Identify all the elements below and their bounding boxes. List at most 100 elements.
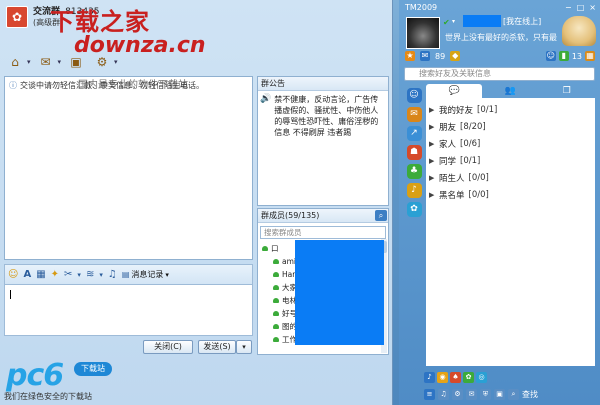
quick-toolbar: ★ ✉ 89 ◆ (405, 51, 461, 61)
notification-count: 13 (571, 51, 582, 61)
right-toolbar: ☺ ▮ 13 ▦ (545, 51, 595, 61)
member-status-icon (273, 311, 279, 316)
chevron-down-icon[interactable]: ▾ (99, 271, 103, 279)
chevron-down-icon[interactable]: ▾ (58, 58, 62, 66)
chevron-down-icon[interactable]: ▾ (27, 58, 31, 66)
user-icon[interactable]: ☺ (545, 51, 556, 61)
list-item[interactable]: ▶ 我的好友 [0/1] (426, 101, 595, 118)
group-label: 陌生人 (439, 173, 465, 184)
tm-main-window: TM2009 − □ × ✔ ▾ [我在线上] 世界上没有最好的杀软，只有最..… (399, 0, 600, 405)
group-chat-window: ✿ 交流群 813435 (高级群) 下载之家 downza.cn ⌂ ▾ ✉ ▾ … (0, 0, 393, 405)
bottom-menu-bar: ≡ ♫ ⚙ ✉ ⛨ ▣ ⌕ 查找 (404, 387, 595, 401)
search-icon[interactable]: ⌕ (508, 388, 519, 400)
message-area[interactable]: ⓘ 交谈中请勿轻信汇款、中奖信息，勿轻信陌生电话。 (4, 76, 253, 260)
message-input[interactable] (4, 284, 253, 336)
magic-emoticon-icon[interactable]: ✦ (51, 269, 59, 280)
contact-tabs: 💬 👥 ❐ (426, 84, 595, 98)
minimize-button[interactable]: − (565, 3, 572, 12)
image-icon[interactable]: ▦ (36, 269, 45, 280)
app-sidebar: ☺ ✉ ↗ ☗ ♣ ♪ ✿ (404, 88, 424, 217)
list-item[interactable]: ▶ 同学 [0/1] (426, 152, 595, 169)
wallet-icon[interactable]: ◆ (450, 51, 461, 61)
grid-icon[interactable]: ▦ (585, 51, 595, 61)
music-icon[interactable]: ♪ (424, 371, 435, 383)
app-box-icon[interactable]: ▣ (494, 388, 505, 400)
online-status-icon[interactable]: ✔ (443, 18, 450, 27)
home-icon[interactable]: ⌂ (4, 52, 26, 72)
qq-penguin-icon[interactable]: ◉ (437, 371, 448, 383)
game-icon[interactable]: ♠ (450, 371, 461, 383)
pet-icon[interactable] (562, 16, 596, 46)
music-icon[interactable]: ♫ (108, 269, 117, 280)
group-count: [0/1] (477, 104, 498, 115)
browser-icon[interactable]: ◎ (476, 371, 487, 383)
group-label: 我的好友 (439, 105, 474, 116)
redaction-block (463, 15, 501, 27)
plugin-app-icon[interactable]: ✿ (406, 202, 422, 217)
chevron-down-icon: ▾ (165, 270, 169, 279)
send-button[interactable]: 发送(S) (198, 340, 236, 354)
member-status-icon (273, 337, 279, 342)
chevron-down-icon[interactable]: ▾ (114, 58, 118, 66)
security-icon[interactable]: ⛨ (480, 388, 491, 400)
redaction-block (295, 240, 384, 345)
find-button[interactable]: 查找 (522, 389, 538, 400)
message-history-label: 消息记录 (131, 270, 164, 279)
group-count: [8/20] (460, 121, 486, 132)
contacts-app-icon[interactable]: ☺ (406, 88, 422, 103)
group-avatar[interactable]: ✿ (6, 6, 28, 28)
member-name: ami (282, 257, 296, 266)
stats-icon[interactable]: ▮ (558, 51, 569, 61)
mail-app-icon[interactable]: ✉ (406, 107, 422, 122)
settings-icon[interactable]: ⚙ (452, 388, 463, 400)
pet-icon[interactable]: ✿ (463, 371, 474, 383)
member-status-icon (273, 272, 279, 277)
member-list-header: 群成员(59/135) ⌕ (258, 209, 388, 223)
chevron-down-icon[interactable]: ▾ (452, 18, 455, 25)
group-tools-icon[interactable]: ▣ (65, 52, 87, 72)
menu-icon[interactable]: ≡ (424, 388, 435, 400)
search-icon[interactable]: ⌕ (375, 210, 387, 221)
status-text: [我在线上] (503, 17, 542, 26)
stocks-app-icon[interactable]: ↗ (406, 126, 422, 141)
group-label: 朋友 (439, 122, 457, 133)
shop-app-icon[interactable]: ☗ (406, 145, 422, 160)
music-app-icon[interactable]: ♪ (406, 183, 422, 198)
tab-groups[interactable]: 👥 (482, 84, 538, 98)
font-icon[interactable]: A (23, 269, 31, 280)
tab-contacts[interactable]: 💬 (426, 84, 483, 98)
message-history-button[interactable]: ▤ 消息记录 ▾ (122, 269, 169, 280)
shake-icon[interactable]: ≋ (86, 269, 94, 280)
list-item[interactable]: ▶ 家人 [0/6] (426, 135, 595, 152)
mail-icon[interactable]: ✉ (420, 51, 430, 61)
window-controls: − □ × (565, 3, 596, 12)
list-item[interactable]: ▶ 朋友 [8/20] (426, 118, 595, 135)
chat-toolbar: ⌂ ▾ ✉ ▾ ▣ ⚙ ▾ (4, 50, 389, 74)
close-button[interactable]: 关闭(C) (143, 340, 193, 354)
share-icon[interactable]: ✉ (35, 52, 57, 72)
member-search-input[interactable]: 搜索群成员 (260, 226, 386, 239)
group-label: 同学 (439, 156, 457, 167)
search-input[interactable]: 搜索好友及关联信息 (404, 67, 595, 81)
maximize-button[interactable]: □ (577, 3, 585, 12)
message-manager-icon[interactable]: ✉ (466, 388, 477, 400)
sound-icon[interactable]: ♫ (438, 388, 449, 400)
tab-recent[interactable]: ❐ (539, 84, 595, 98)
games-app-icon[interactable]: ♣ (406, 164, 422, 179)
avatar[interactable] (406, 17, 440, 49)
list-item[interactable]: ▶ 黑名单 [0/0] (426, 186, 595, 203)
space-icon[interactable]: ★ (405, 51, 415, 61)
close-button[interactable]: × (589, 3, 596, 12)
chevron-down-icon[interactable]: ▾ (77, 271, 81, 279)
signature-text[interactable]: 世界上没有最好的杀软，只有最... (445, 32, 557, 43)
tm-window-title: TM2009 (405, 3, 438, 12)
settings-icon[interactable]: ⚙ (91, 52, 113, 72)
chevron-right-icon: ▶ (429, 139, 435, 148)
send-options-button[interactable]: ▾ (236, 340, 252, 354)
screenshot-icon[interactable]: ✂ (64, 269, 72, 280)
group-count: [0/0] (468, 189, 489, 200)
bulletin-body: 🔊 禁不健康，反动言论，广告传播虚假的、骚扰性、中伤他人的辱骂性恐吓性、庸俗淫秽… (258, 91, 388, 141)
list-item[interactable]: ▶ 陌生人 [0/0] (426, 169, 595, 186)
emoji-icon[interactable]: ☺ (8, 269, 18, 280)
member-status-icon (273, 324, 279, 329)
